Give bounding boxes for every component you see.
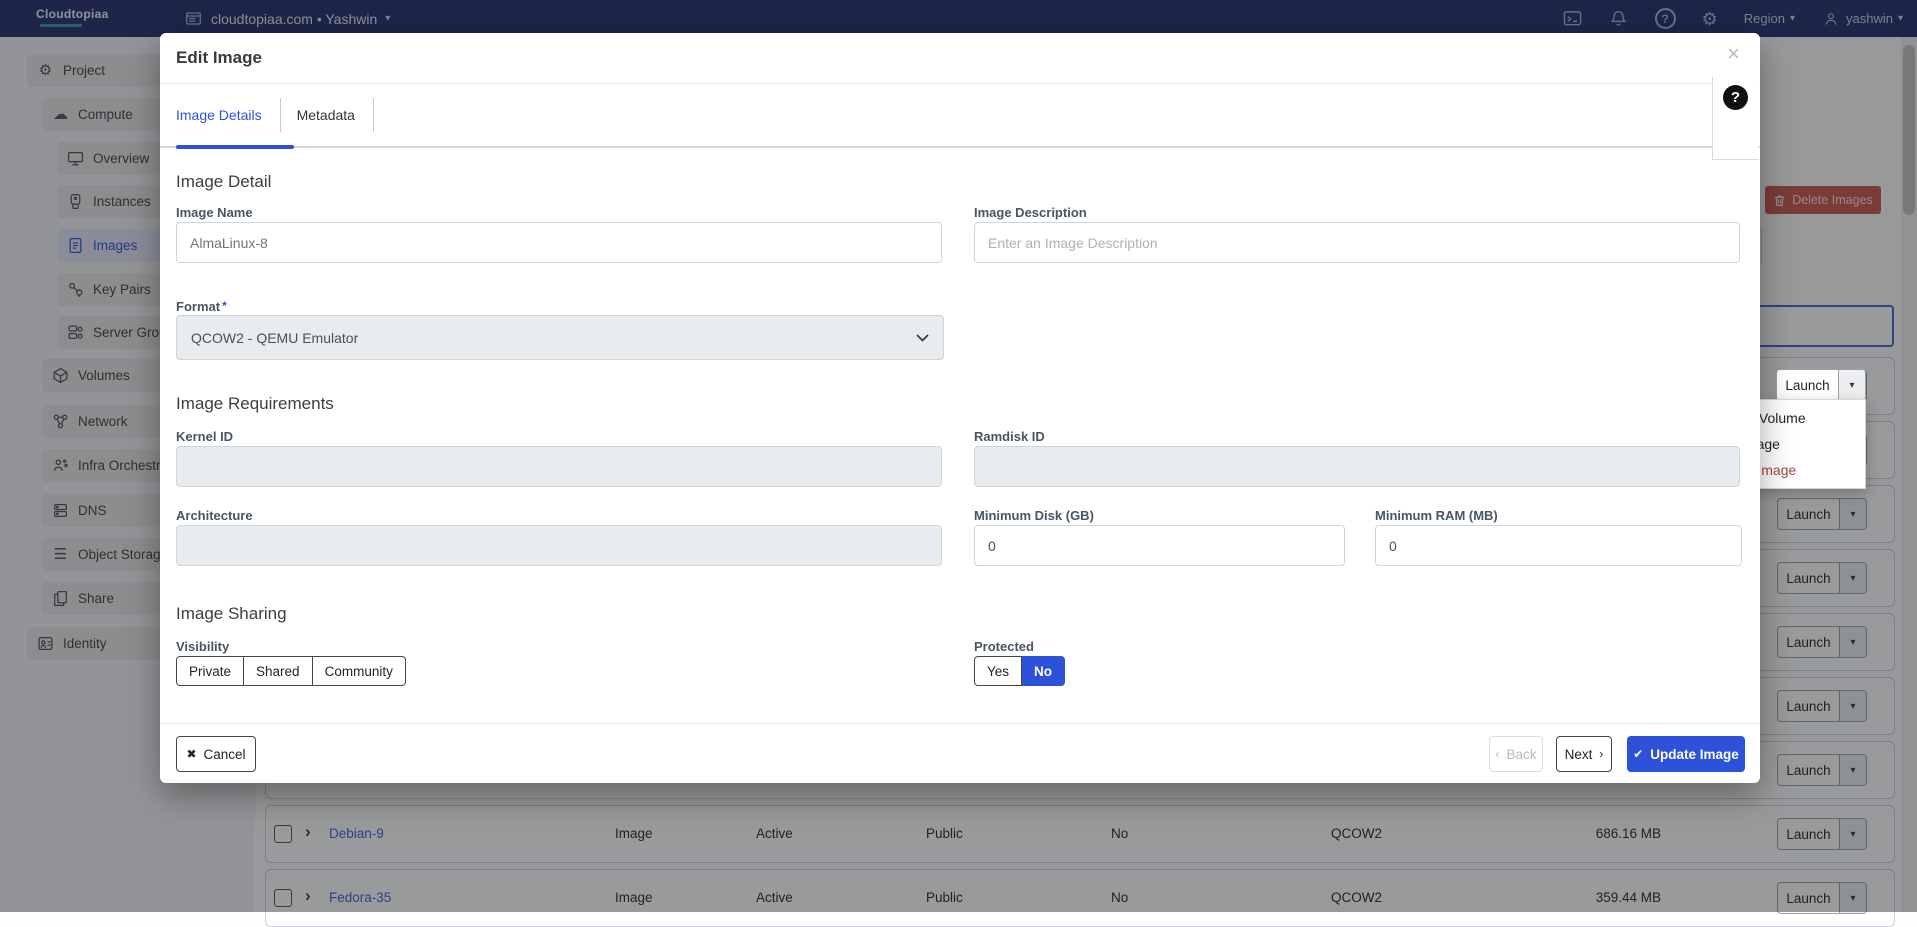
launch-label[interactable]: Launch (1777, 370, 1838, 400)
section-image-detail: Image Detail (176, 172, 271, 192)
tab-metadata[interactable]: Metadata (297, 98, 374, 132)
kernel-id-label: Kernel ID (176, 429, 233, 444)
protected-button-group: Yes No (974, 656, 1065, 686)
cancel-button[interactable]: ✖ Cancel (176, 736, 256, 772)
section-image-requirements: Image Requirements (176, 394, 334, 414)
next-arrow-icon: › (1599, 747, 1603, 761)
architecture-label: Architecture (176, 508, 253, 523)
image-description-label: Image Description (974, 205, 1087, 220)
min-disk-input[interactable] (974, 525, 1345, 566)
required-asterisk: * (222, 299, 227, 313)
visibility-shared-button[interactable]: Shared (244, 656, 313, 686)
modal-header: Edit Image × (160, 33, 1760, 84)
launch-caret-icon[interactable]: ▾ (1838, 370, 1865, 400)
visibility-community-button[interactable]: Community (313, 656, 406, 686)
visibility-label: Visibility (176, 639, 229, 654)
image-name-input[interactable] (176, 222, 942, 263)
cancel-x-icon: ✖ (186, 747, 196, 761)
update-image-button[interactable]: ✔ Update Image (1627, 736, 1745, 772)
format-selected-value: QCOW2 - QEMU Emulator (191, 330, 358, 346)
help-question-icon[interactable]: ? (1723, 85, 1748, 110)
section-image-sharing: Image Sharing (176, 604, 287, 624)
modal-footer: ✖ Cancel ‹ Back Next › ✔ Update Image (160, 723, 1760, 784)
modal-tabs: Image Details Metadata (160, 84, 1760, 148)
active-launch-button[interactable]: Launch ▾ (1776, 369, 1866, 401)
visibility-button-group: Private Shared Community (176, 656, 406, 686)
back-arrow-icon: ‹ (1495, 747, 1499, 761)
min-ram-label: Minimum RAM (MB) (1375, 508, 1498, 523)
ramdisk-id-input (974, 446, 1740, 487)
protected-yes-button[interactable]: Yes (974, 656, 1022, 686)
next-button[interactable]: Next › (1556, 736, 1612, 772)
protected-label: Protected (974, 639, 1034, 654)
protected-no-button[interactable]: No (1022, 656, 1065, 686)
wizard-help-panel: ? (1712, 77, 1759, 160)
min-disk-label: Minimum Disk (GB) (974, 508, 1094, 523)
check-icon: ✔ (1633, 747, 1643, 761)
select-caret-icon (916, 334, 929, 342)
close-icon[interactable]: × (1727, 43, 1740, 65)
back-button[interactable]: ‹ Back (1489, 736, 1543, 772)
image-description-input[interactable] (974, 222, 1740, 263)
active-tab-underline (176, 145, 294, 149)
architecture-input (176, 525, 942, 566)
min-ram-input[interactable] (1375, 525, 1742, 566)
image-name-label: Image Name (176, 205, 253, 220)
visibility-private-button[interactable]: Private (176, 656, 244, 686)
modal-title: Edit Image (176, 48, 262, 68)
edit-image-modal: Edit Image × Image Details Metadata ? Im… (160, 33, 1760, 783)
format-select[interactable]: QCOW2 - QEMU Emulator (176, 315, 944, 360)
kernel-id-input (176, 446, 942, 487)
tab-image-details[interactable]: Image Details (176, 98, 281, 132)
ramdisk-id-label: Ramdisk ID (974, 429, 1045, 444)
format-label: Format* (176, 299, 227, 314)
